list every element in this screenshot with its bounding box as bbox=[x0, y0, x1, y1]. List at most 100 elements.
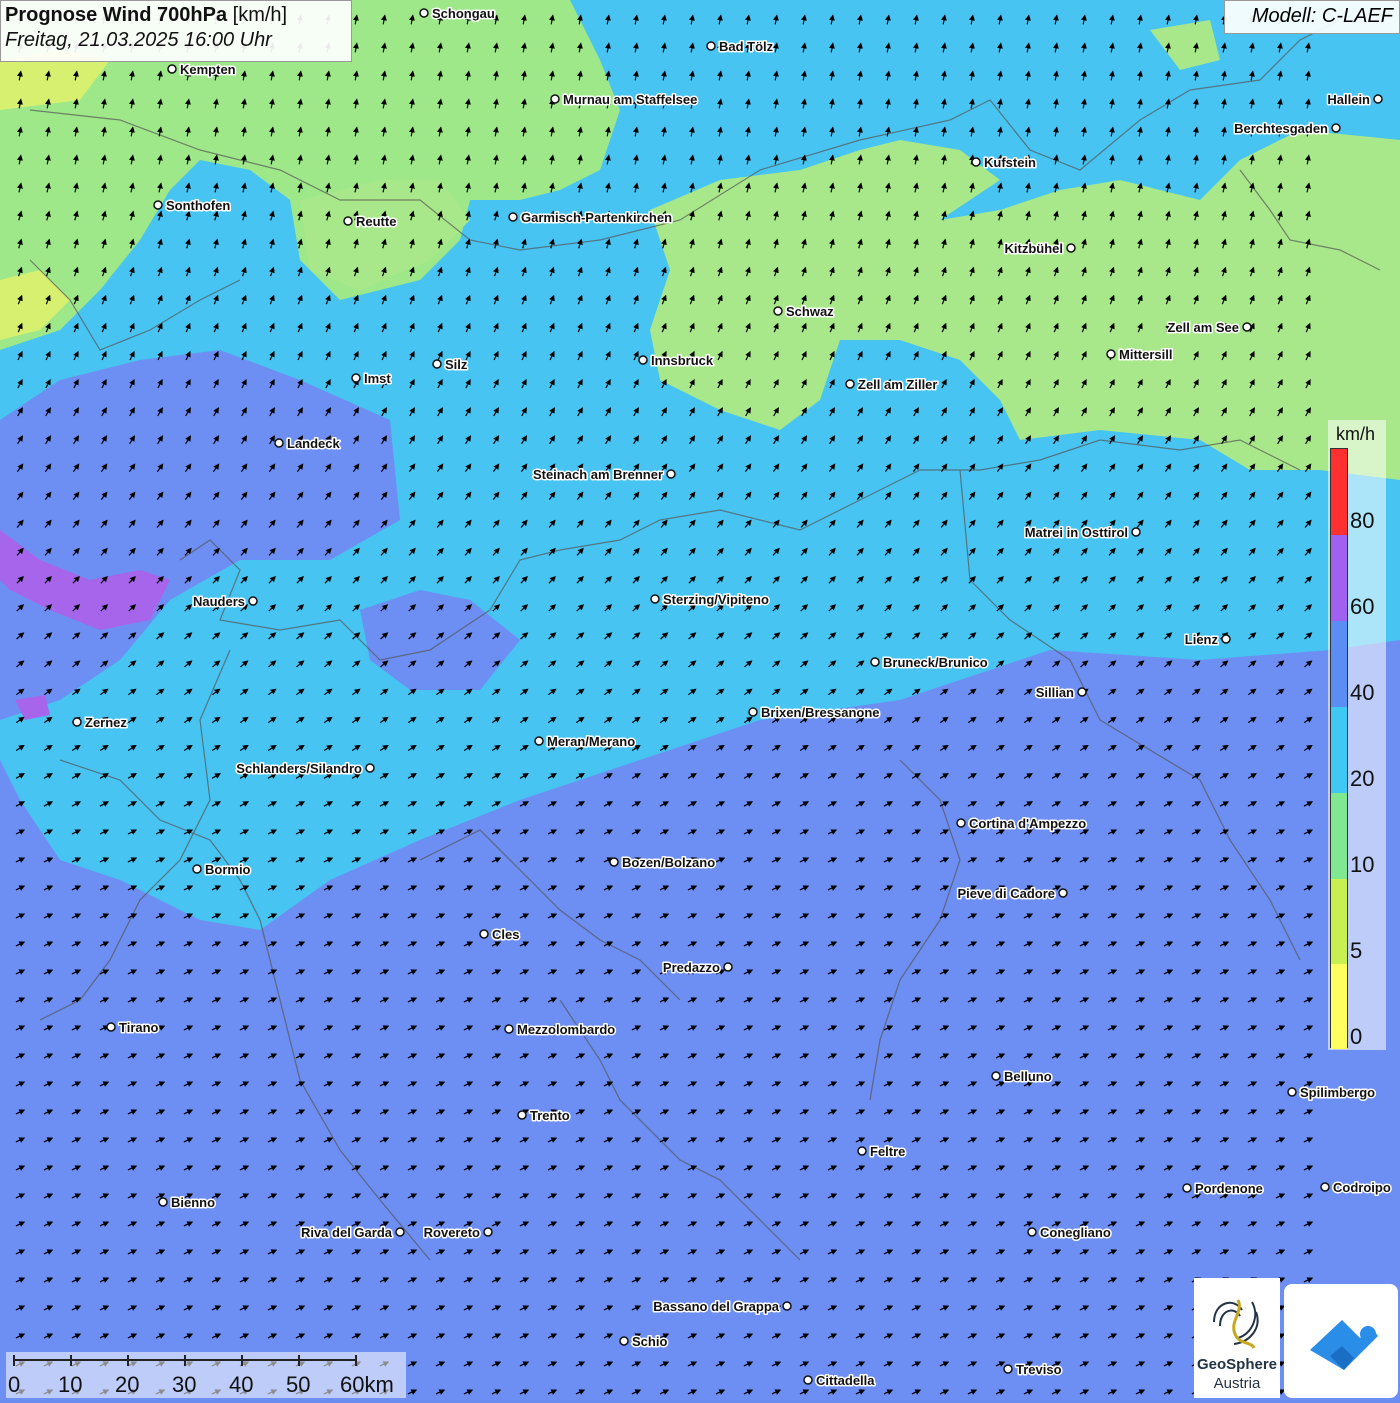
city-marker-icon bbox=[432, 359, 442, 369]
city-marker-icon bbox=[638, 355, 648, 365]
legend-label-40: 40 bbox=[1350, 680, 1375, 705]
legend-label-10: 10 bbox=[1350, 852, 1375, 877]
city-schlanders-silandro: Schlanders/Silandro bbox=[235, 760, 375, 778]
city-marker-icon bbox=[153, 200, 163, 210]
city-mezzolombardo: Mezzolombardo bbox=[504, 1021, 617, 1039]
city-marker-icon bbox=[1131, 527, 1141, 537]
city-marker-icon bbox=[517, 1110, 527, 1120]
legend-label-60: 60 bbox=[1350, 594, 1375, 619]
city-label: Bad Tölz bbox=[719, 39, 774, 54]
city-zell-am-ziller: Zell am Ziller bbox=[845, 376, 939, 394]
city-label: Schwaz bbox=[786, 304, 834, 319]
city-marker-icon bbox=[619, 1336, 629, 1346]
scale-tick-40: 40 bbox=[229, 1372, 254, 1397]
city-marker-icon bbox=[803, 1375, 813, 1385]
city-sonthofen: Sonthofen bbox=[153, 197, 232, 215]
city-label: Riva del Garda bbox=[301, 1225, 393, 1240]
map-title-unit: [km/h] bbox=[227, 4, 288, 26]
city-marker-icon bbox=[1182, 1183, 1192, 1193]
city-label: Codroipo bbox=[1333, 1180, 1391, 1195]
city-label: Hallein bbox=[1327, 92, 1370, 107]
city-label: Pieve di Cadore bbox=[957, 886, 1055, 901]
legend-label-0: 0 bbox=[1350, 1024, 1363, 1049]
city-label: Garmisch-Partenkirchen bbox=[521, 210, 672, 225]
city-cortina-d-ampezzo: Cortina d'Ampezzo bbox=[956, 815, 1088, 833]
map-title: Prognose Wind 700hPa [km/h] bbox=[5, 4, 347, 27]
legend-unit: km/h bbox=[1336, 424, 1376, 444]
city-marker-icon bbox=[534, 736, 544, 746]
city-label: Bormio bbox=[205, 862, 251, 877]
city-label: Steinach am Brenner bbox=[533, 467, 663, 482]
city-marker-icon bbox=[1221, 634, 1231, 644]
city-murnau-am-staffelsee: Murnau am Staffelsee bbox=[550, 91, 699, 109]
city-label: Innsbruck bbox=[651, 353, 714, 368]
map-title-main: Prognose Wind 700hPa bbox=[5, 4, 228, 26]
city-spilimbergo: Spilimbergo bbox=[1287, 1084, 1377, 1102]
city-label: Silz bbox=[445, 357, 468, 372]
city-label: Belluno bbox=[1004, 1069, 1052, 1084]
city-marker-icon bbox=[1331, 123, 1341, 133]
city-marker-icon bbox=[1106, 349, 1116, 359]
city-marker-icon bbox=[609, 857, 619, 867]
city-label: Landeck bbox=[287, 436, 341, 451]
city-marker-icon bbox=[550, 94, 560, 104]
city-label: Imst bbox=[364, 371, 391, 386]
city-bassano-del-grappa: Bassano del Grappa bbox=[652, 1298, 792, 1316]
city-label: Kufstein bbox=[984, 155, 1036, 170]
weather-app-logo[interactable] bbox=[1284, 1284, 1398, 1398]
city-marker-icon bbox=[351, 373, 361, 383]
city-marker-icon bbox=[650, 594, 660, 604]
city-pordenone: Pordenone bbox=[1182, 1180, 1264, 1198]
legend-seg-10 bbox=[1331, 793, 1347, 879]
wind-map: Schongau Bad Tölz Kempten Murnau am Staffel… bbox=[0, 0, 1400, 1400]
legend-label-80: 80 bbox=[1350, 508, 1375, 533]
city-label: Bassano del Grappa bbox=[653, 1299, 779, 1314]
city-label: Berchtesgaden bbox=[1234, 121, 1328, 136]
city-marker-icon bbox=[723, 962, 733, 972]
city-marker-icon bbox=[1077, 687, 1087, 697]
city-marker-icon bbox=[1373, 94, 1383, 104]
city-label: Mittersill bbox=[1119, 347, 1172, 362]
scale-bar: 0 10 20 30 40 50 60km bbox=[6, 1352, 406, 1398]
city-marker-icon bbox=[1027, 1227, 1037, 1237]
city-label: Feltre bbox=[870, 1144, 905, 1159]
city-label: Lienz bbox=[1185, 632, 1219, 647]
city-marker-icon bbox=[479, 929, 489, 939]
city-marker-icon bbox=[706, 41, 716, 51]
legend-seg-80 bbox=[1331, 449, 1347, 535]
city-marker-icon bbox=[1003, 1364, 1013, 1374]
city-marker-icon bbox=[274, 438, 284, 448]
legend-seg-20 bbox=[1331, 707, 1347, 793]
city-bozen-bolzano: Bozen/Bolzano bbox=[609, 854, 717, 872]
city-label: Reutte bbox=[356, 214, 396, 229]
city-label: Cortina d'Ampezzo bbox=[969, 816, 1086, 831]
city-label: Spilimbergo bbox=[1300, 1085, 1375, 1100]
city-label: Conegliano bbox=[1040, 1225, 1111, 1240]
city-berchtesgaden: Berchtesgaden bbox=[1233, 120, 1341, 138]
scale-tick-30: 30 bbox=[172, 1372, 197, 1397]
city-riva-del-garda: Riva del Garda bbox=[299, 1224, 405, 1242]
scale-tick-10: 10 bbox=[58, 1372, 83, 1397]
city-label: Zell am See bbox=[1167, 320, 1239, 335]
city-marker-icon bbox=[845, 379, 855, 389]
city-label: Bienno bbox=[171, 1195, 215, 1210]
city-label: Meran/Merano bbox=[547, 734, 635, 749]
city-label: Treviso bbox=[1016, 1362, 1062, 1377]
city-marker-icon bbox=[106, 1022, 116, 1032]
city-label: Brixen/Bressanone bbox=[761, 705, 880, 720]
city-label: Sillian bbox=[1036, 685, 1074, 700]
city-label: Tirano bbox=[119, 1020, 159, 1035]
city-marker-icon bbox=[72, 717, 82, 727]
city-label: Bruneck/Brunico bbox=[883, 655, 988, 670]
city-marker-icon bbox=[167, 64, 177, 74]
legend-seg-40 bbox=[1331, 621, 1347, 707]
city-marker-icon bbox=[395, 1227, 405, 1237]
city-marker-icon bbox=[773, 306, 783, 316]
city-label: Bozen/Bolzano bbox=[622, 855, 715, 870]
city-innsbruck: Innsbruck bbox=[638, 352, 715, 370]
city-marker-icon bbox=[1058, 888, 1068, 898]
geosphere-logo[interactable]: GeoSphere Austria bbox=[1194, 1278, 1280, 1398]
color-legend: km/h 80 60 40 20 10 5 0 bbox=[1328, 420, 1386, 1050]
city-marker-icon bbox=[956, 818, 966, 828]
map-title-box: Prognose Wind 700hPa [km/h] Freitag, 21.… bbox=[0, 0, 352, 62]
